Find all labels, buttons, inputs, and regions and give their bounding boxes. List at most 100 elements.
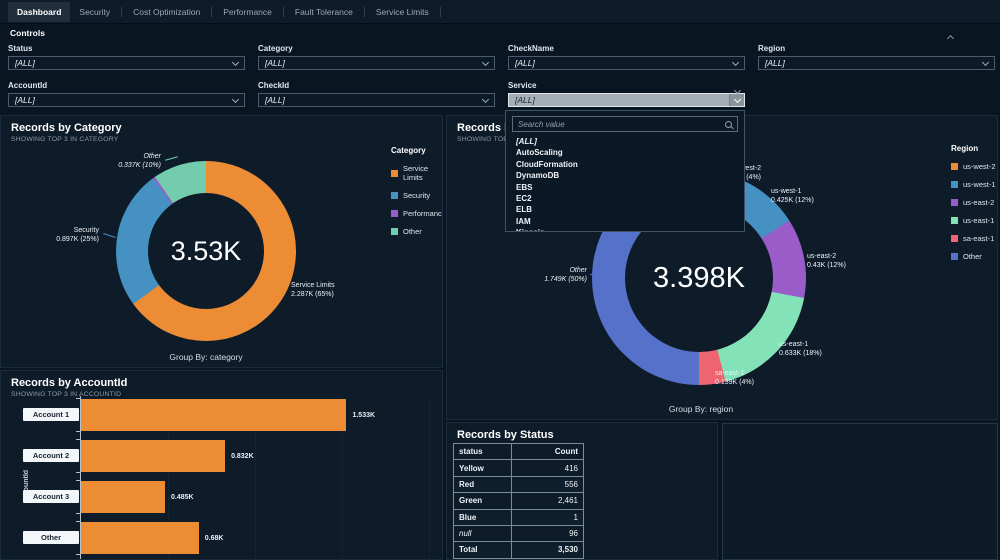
legend-item-us-east-2[interactable]: us-east-2 (951, 198, 996, 207)
filter-label: CheckName (508, 44, 745, 53)
tab-fault-tolerance[interactable]: Fault Tolerance (286, 2, 362, 22)
category-select[interactable]: [ALL] (258, 56, 495, 70)
bar-account-1[interactable] (81, 399, 346, 431)
category-donut-chart[interactable]: 3.53K (116, 161, 296, 341)
search-input[interactable] (518, 120, 725, 129)
select-value: [ALL] (515, 95, 535, 105)
axis-tick (76, 480, 80, 481)
tab-bar: Dashboard Security Cost Optimization Per… (0, 0, 1000, 24)
axis-label-account-1: Account 1 (23, 408, 79, 421)
legend-item-us-west-1[interactable]: us-west-1 (951, 180, 996, 189)
donut-center-value: 3.398K (653, 262, 745, 295)
legend-item-performance[interactable]: Performance (391, 209, 443, 218)
legend-item-security[interactable]: Security (391, 191, 443, 200)
legend-swatch (951, 199, 958, 206)
column-header-status: status (454, 444, 512, 460)
table-row-total: Total3,530 (454, 542, 584, 558)
chevron-down-icon (732, 58, 739, 65)
filter-label: Region (758, 44, 995, 53)
legend-label: us-east-2 (963, 198, 994, 207)
status-table: status Count Yellow416 Red556 Green2,461… (453, 443, 584, 559)
legend-label: sa-east-1 (963, 234, 994, 243)
option-autoscaling[interactable]: AutoScaling (516, 147, 744, 158)
dropdown-options: [ALL] AutoScaling CloudFormation DynamoD… (506, 132, 744, 232)
option-all[interactable]: [ALL] (516, 136, 744, 147)
callout-other-region: Other 1.749K (50%) (544, 266, 587, 284)
option-ebs[interactable]: EBS (516, 182, 744, 193)
region-legend: Region us-west-2 us-west-1 us-east-2 us-… (951, 144, 996, 270)
callout-other: Other 0.337K (10%) (118, 152, 161, 170)
filter-label: AccountId (8, 81, 245, 90)
legend-swatch (951, 235, 958, 242)
legend-item-us-east-1[interactable]: us-east-1 (951, 216, 996, 225)
legend-item-other[interactable]: Other (391, 227, 443, 236)
service-select[interactable]: [ALL] (508, 93, 745, 107)
legend-item-other[interactable]: Other (951, 252, 996, 261)
tab-dashboard[interactable]: Dashboard (8, 2, 70, 22)
option-elb[interactable]: ELB (516, 204, 744, 215)
bar-account-3[interactable] (81, 481, 165, 513)
donut-center-value: 3.53K (171, 236, 242, 267)
legend-swatch (951, 163, 958, 170)
chevron-down-icon (982, 58, 989, 65)
checkid-select[interactable]: [ALL] (258, 93, 495, 107)
bar-value-label: 0.485K (171, 494, 194, 501)
select-value: [ALL] (265, 58, 285, 68)
tab-security[interactable]: Security (70, 2, 119, 22)
option-kinesis[interactable]: Kinesis (516, 227, 744, 232)
dropdown-search (512, 116, 738, 132)
callout-service-limits: Service Limits 2.287K (65%) (291, 281, 335, 299)
legend-swatch (951, 181, 958, 188)
group-by-label: Group By: category (1, 352, 411, 362)
table-row: Red556 (454, 476, 584, 492)
legend-label: us-west-1 (963, 180, 996, 189)
callout-us-east-2: us-east-2 0.43K (12%) (807, 252, 846, 270)
axis-tick (76, 521, 80, 522)
bar-account-2[interactable] (81, 440, 225, 472)
panel-subtitle: SHOWING TOP 3 IN CATEGORY (1, 134, 442, 143)
option-cloudformation[interactable]: CloudFormation (516, 159, 744, 170)
filter-label: Category (258, 44, 495, 53)
legend-item-sa-east-1[interactable]: sa-east-1 (951, 234, 996, 243)
bar-value-label: 1.533K (352, 412, 375, 419)
filter-region: Region [ALL] (758, 44, 995, 70)
legend-label: Service Limits (403, 164, 443, 182)
option-iam[interactable]: IAM (516, 216, 744, 227)
region-select[interactable]: [ALL] (758, 56, 995, 70)
category-legend: Category Service Limits Security Perform… (391, 146, 443, 245)
chevron-down-icon (232, 95, 239, 102)
legend-label: us-west-2 (963, 162, 996, 171)
tab-service-limits[interactable]: Service Limits (367, 2, 438, 22)
service-collapse-button[interactable] (735, 80, 740, 98)
filter-service: Service [ALL] (508, 81, 745, 107)
legend-title: Region (951, 144, 996, 153)
chevron-down-icon (482, 58, 489, 65)
select-value: [ALL] (15, 58, 35, 68)
select-value: [ALL] (765, 58, 785, 68)
legend-item-service-limits[interactable]: Service Limits (391, 164, 443, 182)
status-select[interactable]: [ALL] (8, 56, 245, 70)
filter-label: Service (508, 81, 745, 90)
bar-other[interactable] (81, 522, 199, 554)
tab-cost-optimization[interactable]: Cost Optimization (124, 2, 209, 22)
axis-tick (76, 472, 80, 473)
legend-label: Other (963, 252, 982, 261)
table-row: null96 (454, 525, 584, 541)
legend-item-us-west-2[interactable]: us-west-2 (951, 162, 996, 171)
chevron-down-icon (482, 95, 489, 102)
accountid-select[interactable]: [ALL] (8, 93, 245, 107)
option-ec2[interactable]: EC2 (516, 193, 744, 204)
tab-separator (121, 7, 122, 17)
callout-line (103, 233, 116, 238)
column-header-count: Count (512, 444, 584, 460)
chevron-down-icon (734, 87, 741, 94)
panel-records-by-category: Records by Category SHOWING TOP 3 IN CAT… (0, 115, 443, 368)
checkname-select[interactable]: [ALL] (508, 56, 745, 70)
donut-hole: 3.53K (148, 193, 264, 309)
option-dynamodb[interactable]: DynamoDB (516, 170, 744, 181)
chevron-up-icon (947, 35, 954, 42)
tab-performance[interactable]: Performance (214, 2, 281, 22)
callout-line (590, 274, 601, 275)
panel-records-by-accountid: Records by AccountId SHOWING TOP 3 IN AC… (0, 370, 443, 560)
panel-records-by-status: Records by Status status Count Yellow416… (446, 422, 718, 560)
